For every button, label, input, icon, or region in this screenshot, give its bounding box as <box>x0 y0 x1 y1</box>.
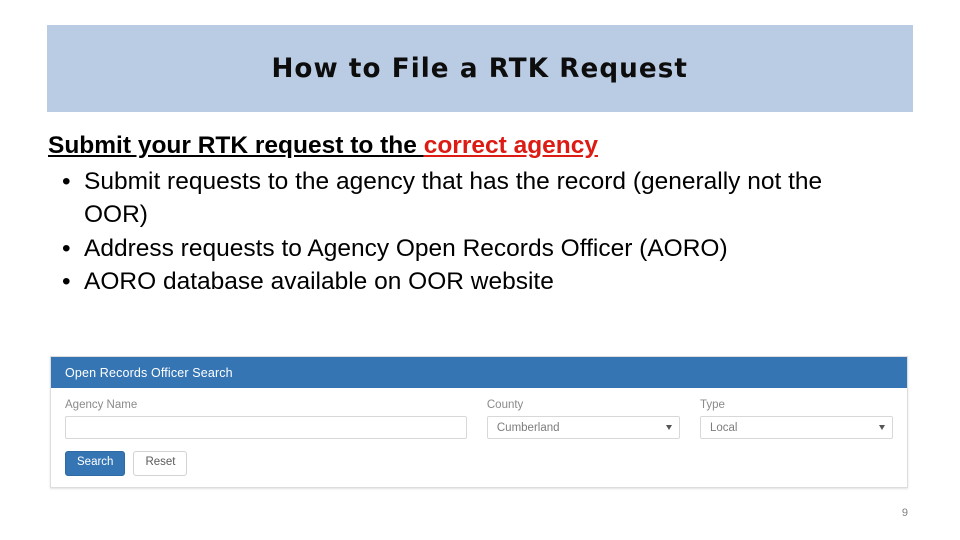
search-field-row: Agency Name County Cumberland Type Local <box>65 399 893 439</box>
county-select-value: Cumberland <box>496 421 560 434</box>
county-select[interactable]: Cumberland <box>486 416 680 439</box>
agency-name-label: Agency Name <box>65 399 138 411</box>
agency-name-field-group: Agency Name <box>65 399 467 439</box>
lead-statement-emphasis: correct agency <box>423 132 598 159</box>
bullet-marker: • <box>62 168 71 196</box>
type-label: Type <box>699 399 725 411</box>
open-records-officer-search-screenshot: Open Records Officer Search Agency Name … <box>50 356 908 488</box>
reset-button[interactable]: Reset <box>133 451 188 476</box>
list-item-label: Address requests to Agency Open Records … <box>84 234 728 262</box>
slide-body: Submit your RTK request to the correct a… <box>48 130 918 300</box>
search-button-row: Search Reset <box>65 451 893 476</box>
list-item-label: Submit requests to the agency that has t… <box>84 168 823 228</box>
search-panel-title: Open Records Officer Search <box>65 365 233 380</box>
list-item: • Address requests to Agency Open Record… <box>48 233 884 266</box>
lead-statement: Submit your RTK request to the correct a… <box>48 130 918 161</box>
page-number: 9 <box>901 507 908 519</box>
list-item: • AORO database available on OOR website <box>48 266 884 299</box>
county-label: County <box>486 399 524 411</box>
chevron-down-icon <box>879 425 885 430</box>
county-field-group: County Cumberland <box>486 399 680 439</box>
search-panel-body: Agency Name County Cumberland Type Local… <box>51 388 907 476</box>
list-item-label: AORO database available on OOR website <box>84 268 554 296</box>
bullet-marker: • <box>62 234 71 262</box>
chevron-down-icon <box>665 425 672 430</box>
search-panel-header: Open Records Officer Search <box>51 357 907 388</box>
agency-name-input[interactable] <box>65 416 467 439</box>
page-title: How to File a RTK Request <box>271 53 689 84</box>
bullet-list: • Submit requests to the agency that has… <box>48 166 918 298</box>
type-select-value: Local <box>709 421 738 434</box>
lead-statement-black: Submit your RTK request to the <box>48 132 424 159</box>
slide-title-banner: How to File a RTK Request <box>47 25 913 112</box>
search-button[interactable]: Search <box>65 451 126 476</box>
type-select[interactable]: Local <box>699 416 893 439</box>
bullet-marker: • <box>62 268 71 296</box>
type-field-group: Type Local <box>699 399 893 439</box>
list-item: • Submit requests to the agency that has… <box>48 166 884 231</box>
